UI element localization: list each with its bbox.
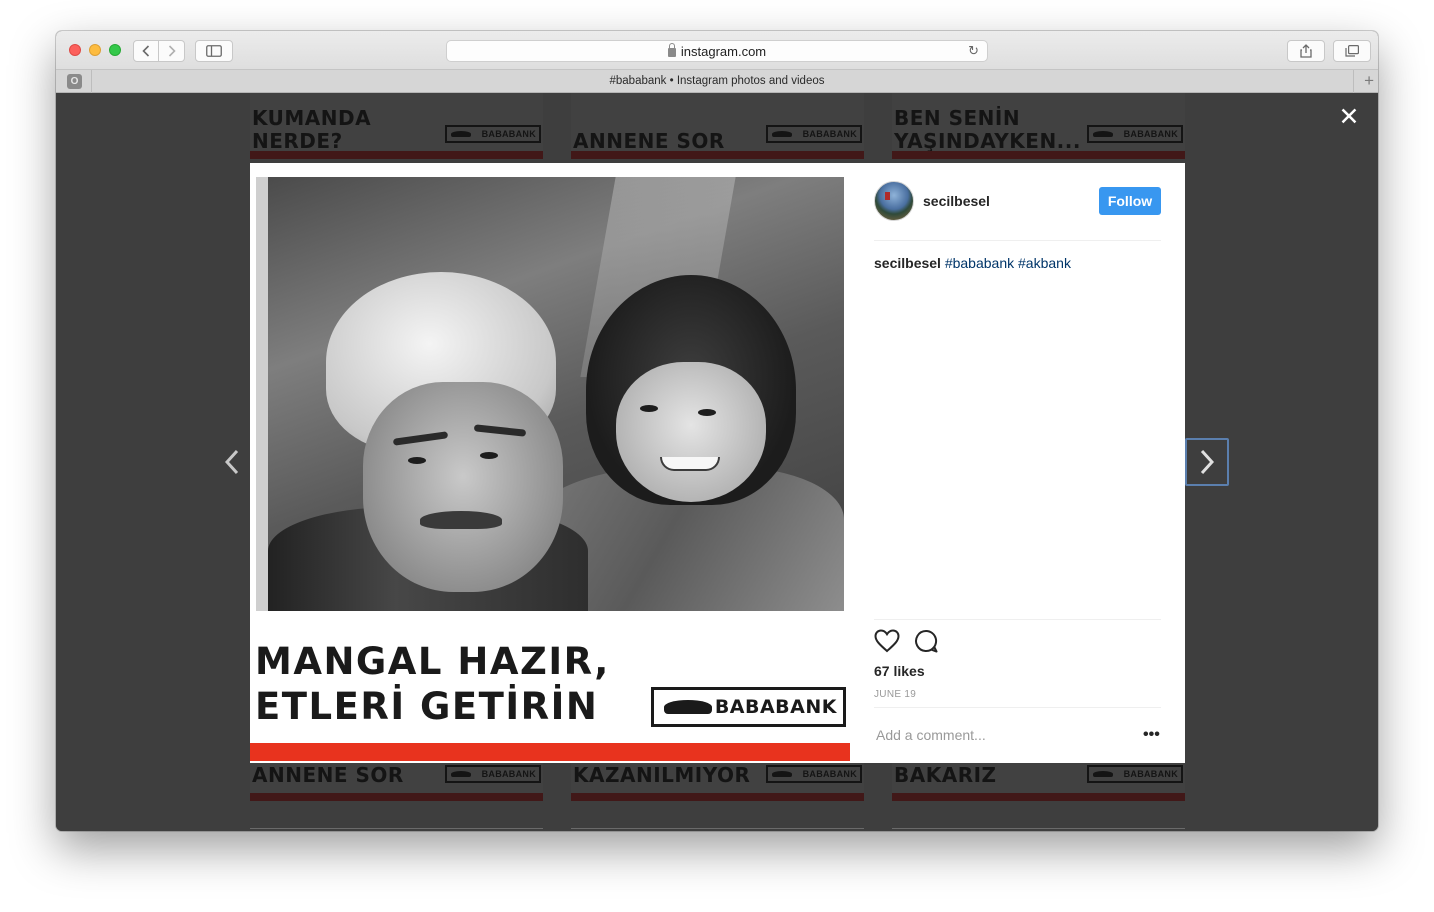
photo-caption: MANGAL HAZIR, ETLERİ GETİRİN <box>255 640 610 728</box>
tab-divider <box>1353 70 1354 93</box>
chevron-right-icon <box>1200 449 1214 475</box>
reload-icon[interactable]: ↻ <box>968 43 979 59</box>
post-actions <box>874 629 954 655</box>
red-stripe <box>250 743 850 761</box>
post-stripe <box>892 793 1185 801</box>
grid-post[interactable]: KUMANDA NERDE? BABABANK <box>250 93 543 159</box>
post-title: BAKARIZ <box>894 763 997 787</box>
tab-bar: O #bababank • Instagram photos and video… <box>56 70 1378 93</box>
share-icon <box>1300 44 1312 58</box>
post-stripe <box>892 151 1185 159</box>
post-title: ANNENE SOR <box>252 763 404 787</box>
caption-username[interactable]: secilbesel <box>874 255 941 271</box>
bababank-logo: BABABANK <box>651 687 846 727</box>
more-options-button[interactable]: ••• <box>1143 726 1160 744</box>
post-stripe <box>571 793 864 801</box>
post-stripe <box>250 151 543 159</box>
grid-post-edge <box>250 828 543 829</box>
chevron-right-icon <box>168 45 176 57</box>
post-stripe <box>571 151 864 159</box>
sidebar-button[interactable] <box>195 40 233 62</box>
grid-post-edge <box>892 828 1185 829</box>
bababank-logo: BABABANK <box>445 125 541 143</box>
grid-post[interactable]: ANNENE SOR BABABANK <box>571 93 864 159</box>
hashtag-link[interactable]: #akbank <box>1018 255 1071 271</box>
bababank-logo: BABABANK <box>1087 125 1183 143</box>
forward-button[interactable] <box>159 40 185 62</box>
post-header: secilbesel Follow <box>874 181 1161 221</box>
username-link[interactable]: secilbesel <box>923 193 990 209</box>
bababank-logo: BABABANK <box>445 765 541 783</box>
photo-border <box>256 177 268 611</box>
grid-post[interactable]: BEN SENİN YAŞINDAYKEN... BABABANK <box>892 93 1185 159</box>
likes-count[interactable]: 67 likes <box>874 663 925 679</box>
address-bar[interactable]: instagram.com ↻ <box>446 40 988 62</box>
bababank-logo: BABABANK <box>1087 765 1183 783</box>
post-title: ANNENE SOR <box>573 129 725 153</box>
comment-icon[interactable] <box>914 629 938 653</box>
share-button[interactable] <box>1287 40 1325 62</box>
back-button[interactable] <box>133 40 159 62</box>
minimize-window-button[interactable] <box>89 44 101 56</box>
avatar[interactable] <box>874 181 914 221</box>
tabs-icon <box>1345 45 1359 57</box>
post-modal: MANGAL HAZIR, ETLERİ GETİRİN BABABANK sec… <box>250 163 1185 763</box>
bababank-logo: BABABANK <box>766 125 862 143</box>
heart-icon[interactable] <box>874 629 900 653</box>
hashtag-link[interactable]: #bababank <box>945 255 1014 271</box>
next-post-button[interactable] <box>1185 438 1229 486</box>
chevron-left-icon <box>225 449 239 475</box>
post-title: KUMANDA NERDE? <box>252 106 372 153</box>
post-image[interactable]: MANGAL HAZIR, ETLERİ GETİRİN BABABANK <box>250 163 850 763</box>
url-text: instagram.com <box>680 43 767 59</box>
follow-button[interactable]: Follow <box>1099 187 1161 215</box>
bababank-logo: BABABANK <box>766 765 862 783</box>
browser-toolbar: instagram.com ↻ <box>56 31 1378 70</box>
comment-divider <box>874 707 1161 708</box>
new-tab-button[interactable]: + <box>1364 70 1374 93</box>
zoom-window-button[interactable] <box>109 44 121 56</box>
close-window-button[interactable] <box>69 44 81 56</box>
comment-input[interactable]: Add a comment... <box>876 727 986 743</box>
header-divider <box>874 240 1161 241</box>
page-content: KUMANDA NERDE? BABABANK ANNENE SOR BABABA… <box>56 93 1378 831</box>
previous-post-button[interactable] <box>210 438 254 486</box>
selfie-photo <box>268 177 844 611</box>
post-date: JUNE 19 <box>874 689 917 700</box>
close-icon[interactable]: ✕ <box>1336 104 1362 130</box>
lock-icon <box>667 42 676 57</box>
sidebar-icon <box>206 45 222 57</box>
post-caption: secilbesel #bababank #akbank <box>874 255 1071 271</box>
post-details: secilbesel Follow secilbesel #bababank #… <box>850 163 1185 763</box>
nav-buttons <box>133 40 185 62</box>
tabs-overview-button[interactable] <box>1333 40 1371 62</box>
favicon-icon: O <box>67 74 82 89</box>
post-stripe <box>250 793 543 801</box>
post-title: KAZANILMIYOR <box>573 763 751 787</box>
tab-active[interactable]: #bababank • Instagram photos and videos <box>92 70 1342 93</box>
browser-window: instagram.com ↻ O #bababank • Instagram … <box>56 31 1378 831</box>
chevron-left-icon <box>142 45 150 57</box>
actions-divider <box>874 619 1161 620</box>
post-title: BEN SENİN YAŞINDAYKEN... <box>894 106 1081 153</box>
grid-post-edge <box>571 828 864 829</box>
